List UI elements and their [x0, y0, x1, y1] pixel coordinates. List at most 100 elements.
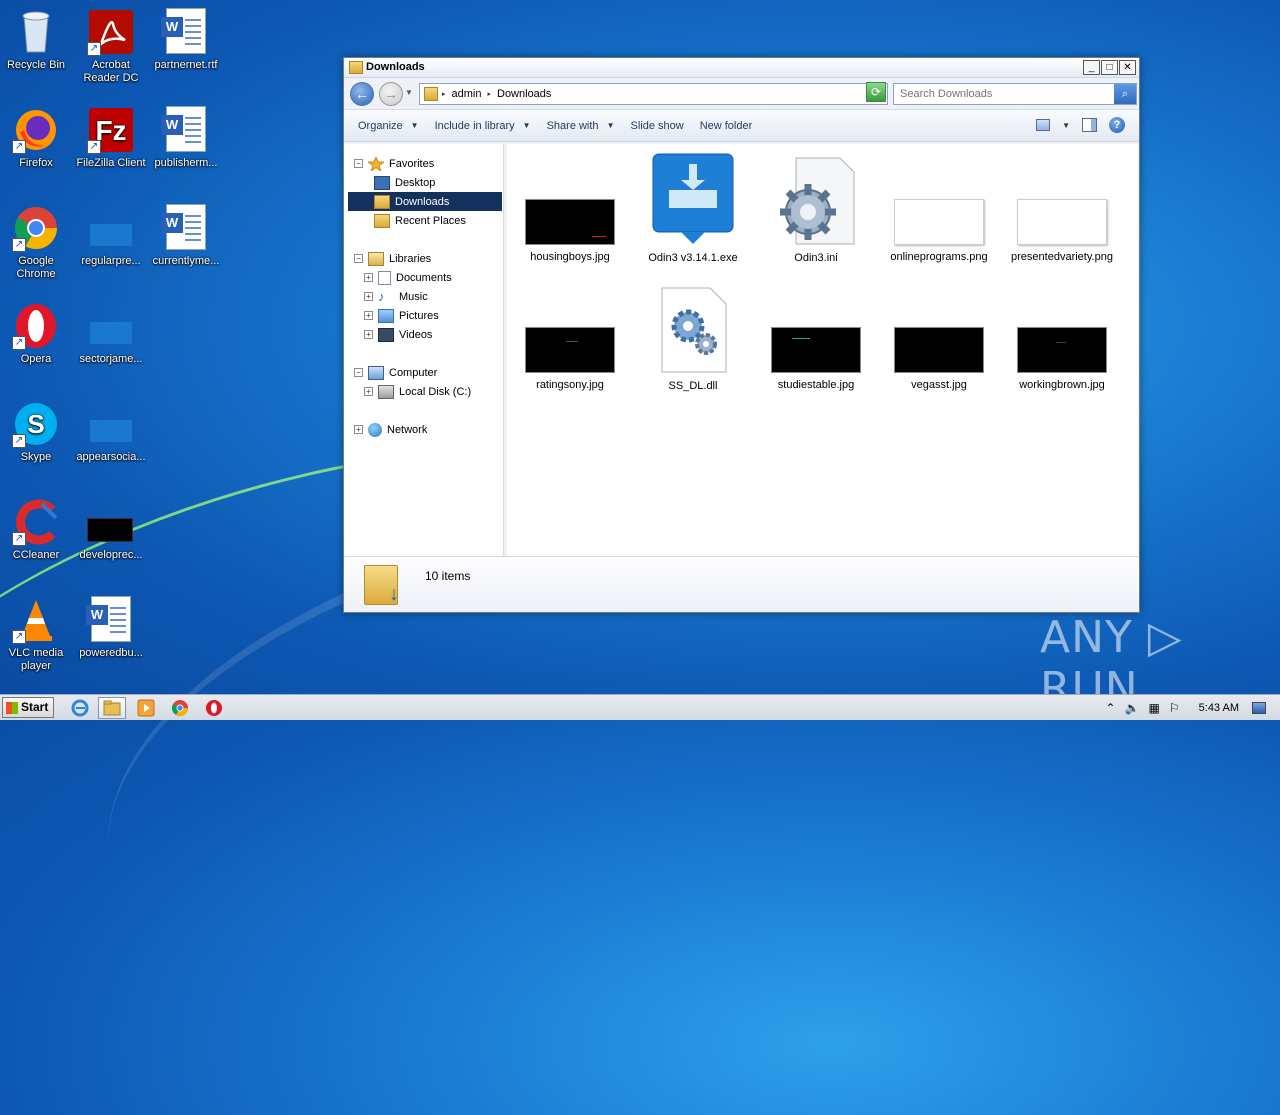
show-hidden-icons-icon[interactable]: ⌃ — [1106, 701, 1116, 715]
show-desktop-icon[interactable] — [1252, 702, 1266, 714]
opera-icon[interactable] — [200, 697, 228, 719]
network-globe-icon — [368, 422, 382, 437]
nav-recent-places[interactable]: Recent Places — [374, 211, 466, 230]
desktop-icon-filezilla[interactable]: Fz ↗ FileZilla Client — [73, 106, 149, 170]
chevron-right-icon[interactable]: ▸ — [487, 90, 491, 98]
desktop-icon-vlc[interactable]: ↗ VLC media player — [0, 596, 74, 673]
volume-icon[interactable]: 🔈 — [1125, 701, 1140, 715]
search-box[interactable]: ⌕ — [893, 83, 1137, 105]
desktop-icon-publisherm[interactable]: W publisherm... — [148, 106, 224, 170]
navigation-pane[interactable]: − Favorites Desktop Downloads Recent Pla… — [344, 144, 504, 556]
desktop-icon-label: publisherm... — [154, 157, 218, 169]
desktop-icon-sectorjame[interactable]: sectorjame... — [73, 302, 149, 366]
chevron-down-icon[interactable]: ▼ — [1062, 121, 1070, 130]
nav-pictures[interactable]: + Pictures — [364, 306, 439, 325]
file-item[interactable]: ratingsony.jpg — [515, 327, 625, 392]
desktop-icon-google-chrome[interactable]: ↗ Google Chrome — [0, 204, 74, 281]
file-item[interactable]: SS_DL.dll — [638, 286, 748, 393]
expand-icon[interactable]: + — [364, 292, 373, 301]
desktop-icon-acrobat[interactable]: ↗ Acrobat Reader DC — [73, 8, 149, 85]
file-item[interactable]: Odin3.ini — [761, 156, 871, 265]
file-item[interactable]: vegasst.jpg — [884, 327, 994, 392]
expand-icon[interactable]: + — [364, 330, 373, 339]
nav-network[interactable]: + Network — [354, 420, 427, 439]
desktop-icon-ccleaner[interactable]: ↗ CCleaner — [0, 498, 74, 562]
desktop-icon-partnernet[interactable]: W partnernet.rtf — [148, 8, 224, 72]
new-folder-button[interactable]: New folder — [692, 115, 761, 137]
nav-favorites[interactable]: − Favorites — [354, 154, 434, 173]
start-button[interactable]: Start — [2, 697, 54, 718]
nav-label: Downloads — [395, 195, 450, 208]
file-item[interactable]: studiestable.jpg — [761, 327, 871, 392]
desktop-icon-skype[interactable]: S ↗ Skype — [0, 400, 74, 464]
internet-explorer-icon[interactable] — [66, 697, 94, 719]
refresh-button[interactable]: ⟳ — [866, 82, 886, 102]
file-list[interactable]: housingboys.jpg Odin3 v3.14.1.exe Odin3.… — [507, 144, 1138, 556]
nav-local-disk[interactable]: + Local Disk (C:) — [364, 382, 471, 401]
nav-desktop[interactable]: Desktop — [374, 173, 435, 192]
collapse-icon[interactable]: − — [354, 368, 363, 377]
help-icon[interactable]: ? — [1109, 117, 1125, 133]
preview-pane-icon[interactable] — [1082, 118, 1097, 132]
nav-music[interactable]: + ♪ Music — [364, 287, 428, 306]
network-icon[interactable]: ▦ — [1149, 701, 1160, 715]
expand-icon[interactable]: + — [364, 387, 373, 396]
back-button[interactable]: ← — [350, 82, 374, 106]
file-item[interactable]: Odin3 v3.14.1.exe — [638, 152, 748, 265]
vlc-cone-icon: ↗ — [12, 596, 60, 644]
nav-libraries[interactable]: − Libraries — [354, 249, 431, 268]
desktop-icon-label: Acrobat Reader DC — [83, 59, 139, 84]
desktop-icon-developrec[interactable]: developrec... — [73, 498, 149, 562]
search-icon[interactable]: ⌕ — [1114, 84, 1136, 104]
nav-computer[interactable]: − Computer — [354, 363, 437, 382]
slide-show-button[interactable]: Slide show — [622, 115, 691, 137]
nav-documents[interactable]: + Documents — [364, 268, 452, 287]
window-titlebar[interactable]: Downloads _ □ ✕ — [344, 58, 1139, 78]
close-button[interactable]: ✕ — [1119, 60, 1136, 75]
clock[interactable]: 5:43 AM — [1199, 702, 1239, 714]
shortcut-arrow-icon: ↗ — [12, 532, 26, 546]
include-in-library-menu[interactable]: Include in library ▼ — [427, 115, 539, 137]
expand-icon[interactable]: + — [364, 311, 373, 320]
desktop-icon-poweredbu[interactable]: W poweredbu... — [73, 596, 149, 660]
action-center-flag-icon[interactable]: ⚐ — [1169, 701, 1180, 715]
image-thumbnail-icon — [894, 327, 984, 373]
desktop-icon-appearsocia[interactable]: appearsocia... — [73, 400, 149, 464]
file-item[interactable]: onlineprograms.png — [884, 199, 994, 264]
file-explorer-icon[interactable] — [98, 697, 126, 719]
minimize-button[interactable]: _ — [1083, 60, 1100, 75]
share-with-menu[interactable]: Share with ▼ — [539, 115, 623, 137]
collapse-icon[interactable]: − — [354, 254, 363, 263]
organize-menu[interactable]: Organize ▼ — [350, 115, 427, 137]
collapse-icon[interactable]: − — [354, 159, 363, 168]
desktop-icon-opera[interactable]: ↗ Opera — [0, 302, 74, 366]
desktop-icon-firefox[interactable]: ↗ Firefox — [0, 106, 74, 170]
file-item[interactable]: workingbrown.jpg — [1007, 327, 1117, 392]
breadcrumb-downloads[interactable]: Downloads — [497, 88, 551, 100]
change-view-icon[interactable] — [1036, 119, 1051, 131]
explorer-window[interactable]: Downloads _ □ ✕ ← → ▼ ▸ admin ▸ Download… — [343, 57, 1140, 613]
expand-icon[interactable]: + — [354, 425, 363, 434]
recent-pages-dropdown[interactable]: ▼ — [405, 88, 413, 97]
system-tray: ⌃ 🔈 ▦ ⚐ 5:43 AM — [1106, 695, 1280, 721]
search-input[interactable] — [894, 84, 1106, 104]
expand-icon[interactable]: + — [364, 273, 373, 282]
downloads-folder-icon — [374, 194, 390, 209]
desktop-icon-recycle-bin[interactable]: Recycle Bin — [0, 8, 74, 72]
forward-button[interactable]: → — [379, 82, 403, 106]
address-field[interactable]: ▸ admin ▸ Downloads ▼ — [419, 83, 888, 105]
chevron-right-icon[interactable]: ▸ — [442, 90, 446, 98]
desktop-icon-regularpre[interactable]: regularpre... — [73, 204, 149, 268]
nav-downloads[interactable]: Downloads — [348, 192, 502, 211]
file-name: studiestable.jpg — [777, 379, 855, 391]
desktop-icon-label: VLC media player — [8, 647, 64, 672]
file-item[interactable]: presentedvariety.png — [1007, 199, 1117, 264]
desktop-icon-label: partnernet.rtf — [154, 59, 218, 71]
maximize-button[interactable]: □ — [1101, 60, 1118, 75]
breadcrumb-admin[interactable]: admin — [452, 88, 482, 100]
desktop-icon-currentlyme[interactable]: W currentlyme... — [148, 204, 224, 268]
chrome-icon[interactable] — [166, 697, 194, 719]
media-player-icon[interactable] — [132, 697, 160, 719]
nav-videos[interactable]: + Videos — [364, 325, 432, 344]
file-item[interactable]: housingboys.jpg — [515, 199, 625, 264]
